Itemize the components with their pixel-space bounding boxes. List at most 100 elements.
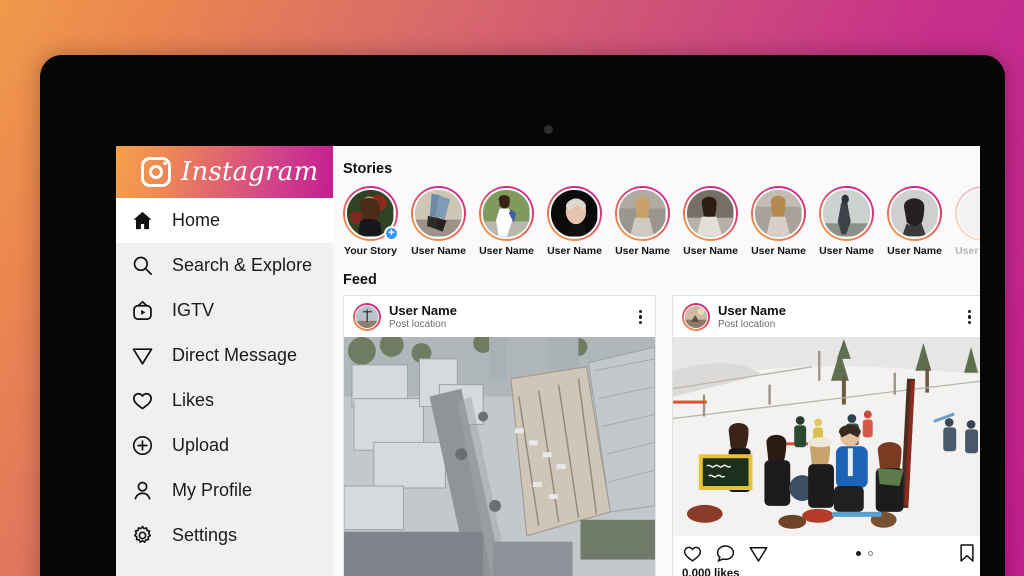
post-actions bbox=[673, 536, 980, 567]
story-item[interactable]: + Your Story bbox=[343, 186, 399, 257]
avatar[interactable] bbox=[353, 303, 381, 331]
share-icon[interactable] bbox=[748, 543, 769, 564]
avatar bbox=[549, 188, 600, 239]
story-item[interactable]: User Name bbox=[479, 186, 534, 257]
story-label: User Name bbox=[751, 245, 806, 257]
sidebar-item-my-profile[interactable]: My Profile bbox=[116, 468, 333, 513]
post-image[interactable] bbox=[344, 337, 655, 576]
post-location[interactable]: Post location bbox=[718, 318, 960, 331]
sidebar-item-upload[interactable]: Upload bbox=[116, 423, 333, 468]
story-label: User Name bbox=[411, 245, 466, 257]
sidebar-item-label: Search & Explore bbox=[172, 255, 313, 275]
avatar bbox=[821, 188, 872, 239]
post-options-icon[interactable] bbox=[638, 309, 646, 325]
post-header: User Name Post location bbox=[673, 296, 980, 337]
home-icon bbox=[130, 208, 155, 233]
post-avatar-photo bbox=[684, 305, 708, 329]
story-ring bbox=[479, 186, 534, 241]
avatar bbox=[753, 188, 804, 239]
sidebar-item-label: Likes bbox=[172, 390, 215, 410]
story-item[interactable]: User Name bbox=[547, 186, 602, 257]
post-username[interactable]: User Name bbox=[389, 303, 631, 318]
story-label: User Name bbox=[819, 245, 874, 257]
sidebar-item-likes[interactable]: Likes bbox=[116, 378, 333, 423]
sidebar-item-direct-message[interactable]: Direct Message bbox=[116, 333, 333, 378]
story-photo bbox=[823, 190, 870, 237]
story-ring bbox=[683, 186, 738, 241]
feed-title: Feed bbox=[343, 272, 377, 288]
add-story-badge[interactable]: + bbox=[384, 226, 399, 241]
sidebar-item-settings[interactable]: Settings bbox=[116, 513, 333, 558]
sidebar-item-search[interactable]: Search & Explore bbox=[116, 243, 333, 288]
brand-header[interactable]: Instagram bbox=[116, 146, 333, 198]
feed-post: User Name Post location bbox=[672, 295, 980, 576]
post-body: 0,000 likes User name Lorel ispum dolor … bbox=[673, 567, 980, 576]
laptop-frame: Instagram Home Search & Explore IGTV Dir… bbox=[40, 55, 1005, 576]
sidebar-item-label: Direct Message bbox=[172, 345, 298, 365]
plus-circle-icon bbox=[130, 433, 155, 458]
post-image[interactable] bbox=[673, 337, 980, 536]
heart-icon bbox=[130, 388, 155, 413]
story-ring bbox=[411, 186, 466, 241]
sidebar-item-igtv[interactable]: IGTV bbox=[116, 288, 333, 333]
sidebar-item-label: Upload bbox=[172, 435, 230, 455]
story-ring bbox=[887, 186, 942, 241]
story-ring bbox=[955, 186, 980, 241]
instagram-camera-icon bbox=[141, 157, 171, 187]
post-user-meta: User Name Post location bbox=[389, 303, 631, 331]
sidebar-item-label: Home bbox=[172, 210, 221, 230]
story-label: User Name bbox=[887, 245, 942, 257]
story-label: User Name bbox=[615, 245, 670, 257]
stories-row[interactable]: + Your Story User Name User Name User Na… bbox=[343, 186, 980, 257]
sidebar-item-label: IGTV bbox=[172, 300, 215, 320]
story-item[interactable]: User Name bbox=[955, 186, 980, 257]
feed-row: User Name Post location User Name Post l… bbox=[343, 295, 980, 576]
story-photo bbox=[551, 190, 598, 237]
avatar bbox=[889, 188, 940, 239]
carousel-indicator bbox=[781, 550, 947, 556]
sidebar: Instagram Home Search & Explore IGTV Dir… bbox=[116, 146, 333, 576]
send-icon bbox=[130, 343, 155, 368]
story-item[interactable]: User Name bbox=[751, 186, 806, 257]
gear-icon bbox=[130, 523, 155, 548]
post-location[interactable]: Post location bbox=[389, 318, 631, 331]
like-icon[interactable] bbox=[682, 543, 703, 564]
story-item[interactable]: User Name bbox=[683, 186, 738, 257]
feed-post: User Name Post location bbox=[343, 295, 656, 576]
screen: Instagram Home Search & Explore IGTV Dir… bbox=[116, 146, 980, 576]
sidebar-item-label: My Profile bbox=[172, 480, 253, 500]
story-item[interactable]: User Name bbox=[615, 186, 670, 257]
webcam-icon bbox=[544, 125, 553, 134]
sidebar-item-label: Settings bbox=[172, 525, 238, 545]
story-item[interactable]: User Name bbox=[819, 186, 874, 257]
story-ring bbox=[615, 186, 670, 241]
post-header: User Name Post location bbox=[344, 296, 655, 337]
avatar[interactable] bbox=[682, 303, 710, 331]
story-label: User Name bbox=[955, 245, 980, 257]
avatar bbox=[413, 188, 464, 239]
story-label: User Name bbox=[683, 245, 738, 257]
avatar bbox=[617, 188, 668, 239]
story-item[interactable]: User Name bbox=[887, 186, 942, 257]
story-photo bbox=[755, 190, 802, 237]
story-photo bbox=[959, 190, 980, 237]
story-item[interactable]: User Name bbox=[411, 186, 466, 257]
story-photo bbox=[891, 190, 938, 237]
avatar bbox=[685, 188, 736, 239]
avatar bbox=[957, 188, 980, 239]
story-label: User Name bbox=[547, 245, 602, 257]
post-avatar-photo bbox=[355, 305, 379, 329]
story-photo bbox=[483, 190, 530, 237]
igtv-icon bbox=[130, 298, 155, 323]
story-ring bbox=[751, 186, 806, 241]
story-label: Your Story bbox=[344, 245, 397, 257]
post-options-icon[interactable] bbox=[967, 309, 975, 325]
post-username[interactable]: User Name bbox=[718, 303, 960, 318]
sidebar-item-home[interactable]: Home bbox=[116, 198, 333, 243]
story-photo bbox=[687, 190, 734, 237]
story-label: User Name bbox=[479, 245, 534, 257]
story-ring: + bbox=[343, 186, 399, 241]
main-content: Stories + Your Story User Name User Name… bbox=[333, 146, 980, 576]
comment-icon[interactable] bbox=[715, 543, 736, 564]
bookmark-icon[interactable] bbox=[959, 543, 975, 563]
